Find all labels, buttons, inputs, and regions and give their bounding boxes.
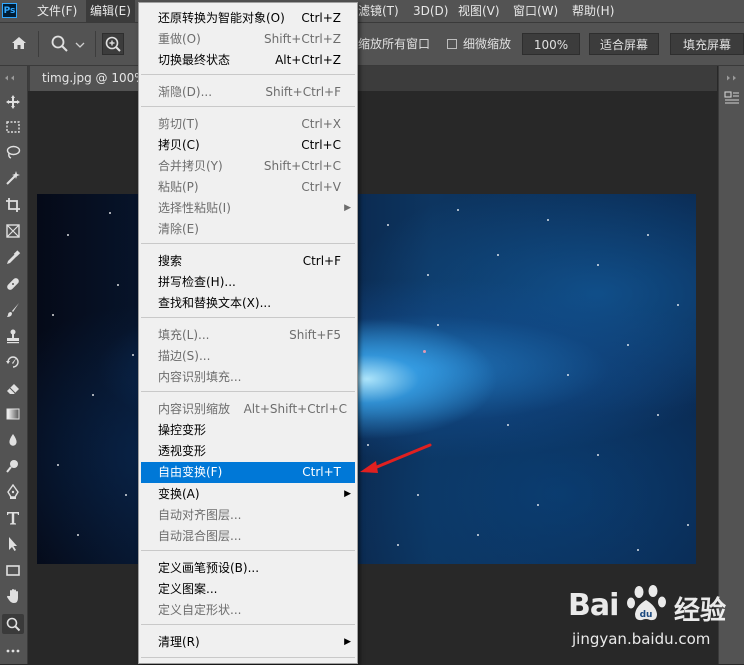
document-tab[interactable]: timg.jpg @ 100%	[30, 66, 146, 91]
rectangle-tool-icon[interactable]	[2, 562, 24, 582]
menu-item-undo[interactable]: 还原转换为智能对象(O) Ctrl+Z	[141, 8, 355, 29]
submenu-arrow-icon: ▶	[344, 203, 351, 213]
menu-item-clear[interactable]: 清除(E)	[141, 219, 355, 240]
right-panel-dock	[718, 66, 744, 664]
menu-item-free-transform[interactable]: 自由变换(F) Ctrl+T	[141, 462, 355, 483]
menu-view[interactable]: 视图(V)	[458, 0, 500, 22]
svg-text:du: du	[640, 610, 653, 620]
menu-item-content-aware-fill[interactable]: 内容识别填充...	[141, 367, 355, 388]
dodge-tool-icon[interactable]	[2, 458, 24, 478]
history-brush-tool-icon[interactable]	[2, 354, 24, 374]
menu-item-paste-special[interactable]: 选择性粘贴(I) ▶	[141, 198, 355, 219]
menu-item-copy-merged[interactable]: 合并拷贝(Y) Shift+Ctrl+C	[141, 156, 355, 177]
watermark-brand: Bai	[568, 588, 619, 623]
menu-item-fade[interactable]: 渐隐(D)... Shift+Ctrl+F	[141, 82, 355, 103]
menu-item-content-aware-scale[interactable]: 内容识别缩放 Alt+Shift+Ctrl+C	[141, 399, 355, 420]
submenu-arrow-icon: ▶	[344, 489, 351, 499]
edit-menu-dropdown: 还原转换为智能对象(O) Ctrl+Z 重做(O) Shift+Ctrl+Z 切换最…	[138, 2, 358, 664]
hand-tool-icon[interactable]	[2, 588, 24, 608]
tools-panel	[0, 66, 28, 664]
path-selection-tool-icon[interactable]	[2, 536, 24, 556]
menu-item-define-pattern[interactable]: 定义图案...	[141, 579, 355, 600]
menu-item-stroke[interactable]: 描边(S)...	[141, 346, 355, 367]
zoom-all-windows-label[interactable]: 缩放所有窗口	[358, 33, 430, 55]
fill-screen-button[interactable]: 填充屏幕	[670, 33, 744, 55]
menu-item-purge[interactable]: 清理(R) ▶	[141, 632, 355, 653]
menu-item-auto-blend-layers[interactable]: 自动混合图层...	[141, 526, 355, 547]
menu-help[interactable]: 帮助(H)	[572, 0, 614, 22]
marquee-tool-icon[interactable]	[2, 119, 24, 139]
zoom-100-button[interactable]: 100%	[522, 33, 580, 55]
pen-tool-icon[interactable]	[2, 483, 24, 504]
image-canvas[interactable]	[37, 194, 696, 564]
photoshop-logo-icon: Ps	[2, 3, 17, 18]
menu-item-perspective-warp[interactable]: 透视变形	[141, 441, 355, 462]
menu-edit[interactable]: 编辑(E)	[86, 0, 135, 22]
baidu-paw-icon: du	[626, 582, 670, 626]
eyedropper-tool-icon[interactable]	[2, 250, 24, 270]
zoom-tool-selected-icon[interactable]	[2, 614, 24, 634]
crop-tool-icon[interactable]	[2, 197, 24, 217]
menu-item-copy[interactable]: 拷贝(C) Ctrl+C	[141, 135, 355, 156]
lasso-tool-icon[interactable]	[2, 144, 24, 164]
menu-item-find-replace-text[interactable]: 查找和替换文本(X)...	[141, 293, 355, 314]
zoom-tool-icon[interactable]	[50, 34, 70, 54]
panel-collapse-icon[interactable]	[3, 70, 23, 81]
menu-file[interactable]: 文件(F)	[37, 0, 77, 22]
chevron-down-icon[interactable]	[75, 39, 85, 49]
menu-item-puppet-warp[interactable]: 操控变形	[141, 420, 355, 441]
scrubby-zoom-label[interactable]: 细微缩放	[463, 33, 511, 55]
baidu-jingyan-watermark: Bai du 经验 jingyan.baidu.com	[566, 578, 744, 664]
frame-tool-icon[interactable]	[2, 223, 24, 243]
paragraph-panel-icon[interactable]	[724, 90, 740, 106]
menu-item-cut[interactable]: 剪切(T) Ctrl+X	[141, 114, 355, 135]
menu-filter[interactable]: 滤镜(T)	[358, 0, 399, 22]
menu-item-transform[interactable]: 变换(A) ▶	[141, 484, 355, 505]
menu-item-define-brush-preset[interactable]: 定义画笔预设(B)...	[141, 558, 355, 579]
blur-tool-icon[interactable]	[2, 432, 24, 452]
type-tool-icon[interactable]	[2, 510, 24, 530]
panel-expand-icon[interactable]	[724, 70, 740, 81]
clone-stamp-tool-icon[interactable]	[2, 328, 24, 348]
more-tools-icon[interactable]	[2, 642, 24, 662]
menu-item-auto-align-layers[interactable]: 自动对齐图层...	[141, 505, 355, 526]
menu-item-check-spelling[interactable]: 拼写检查(H)...	[141, 272, 355, 293]
options-bar: 缩放所有窗口 细微缩放 100% 适合屏幕 填充屏幕	[0, 23, 744, 66]
home-icon[interactable]	[10, 34, 28, 52]
watermark-brand-suffix: 经验	[674, 596, 727, 626]
menu-item-toggle-last-state[interactable]: 切换最终状态 Alt+Ctrl+Z	[141, 50, 355, 71]
brush-tool-icon[interactable]	[2, 302, 24, 322]
zoom-in-icon[interactable]	[102, 33, 124, 55]
submenu-arrow-icon: ▶	[344, 637, 351, 647]
menu-item-define-custom-shape[interactable]: 定义自定形状...	[141, 600, 355, 621]
menu-item-search[interactable]: 搜索 Ctrl+F	[141, 251, 355, 272]
annotation-arrow-icon	[356, 440, 436, 476]
document-tab-title: timg.jpg @ 100%	[42, 71, 146, 85]
watermark-url: jingyan.baidu.com	[572, 630, 711, 648]
scrubby-zoom-checkbox[interactable]	[447, 39, 457, 49]
magic-wand-tool-icon[interactable]	[2, 170, 24, 190]
menu-item-paste[interactable]: 粘贴(P) Ctrl+V	[141, 177, 355, 198]
move-tool-icon[interactable]	[2, 94, 24, 114]
gradient-tool-icon[interactable]	[2, 406, 24, 426]
fit-screen-button[interactable]: 适合屏幕	[589, 33, 659, 55]
menu-window[interactable]: 窗口(W)	[513, 0, 558, 22]
menu-bar: Ps 文件(F) 编辑(E) 滤镜(T) 3D(D) 视图(V) 窗口(W) 帮…	[0, 0, 744, 23]
healing-brush-tool-icon[interactable]	[2, 276, 24, 296]
menu-3d[interactable]: 3D(D)	[413, 0, 448, 22]
eraser-tool-icon[interactable]	[2, 380, 24, 400]
menu-item-fill[interactable]: 填充(L)... Shift+F5	[141, 325, 355, 346]
menu-item-redo[interactable]: 重做(O) Shift+Ctrl+Z	[141, 29, 355, 50]
